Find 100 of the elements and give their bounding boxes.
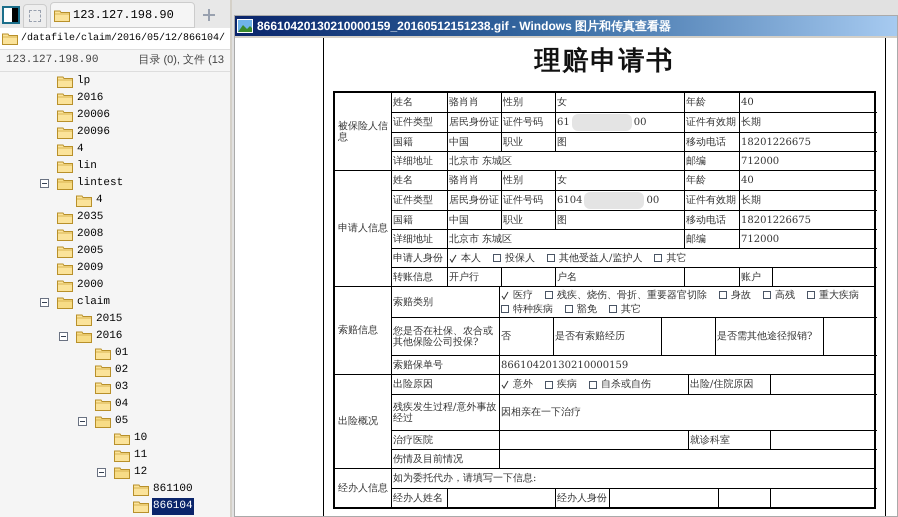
form-cell-text: 性别	[503, 97, 523, 108]
tree-item[interactable]: 2016	[76, 90, 104, 107]
form-cell-text: 账户	[741, 272, 761, 282]
tree-item[interactable]: 11	[133, 447, 148, 464]
option-label: 其它	[621, 304, 641, 314]
tree-item[interactable]: 02	[114, 362, 130, 379]
collapse-toggle[interactable]	[59, 332, 68, 341]
redaction-blur	[584, 192, 644, 209]
tree-item[interactable]: 4	[95, 192, 104, 209]
option-label: 豁免	[577, 304, 597, 314]
form-cell-text: 职业	[503, 136, 523, 148]
tree-item[interactable]: 861100	[152, 481, 194, 498]
folder-icon	[114, 466, 130, 479]
tree-item[interactable]: 12	[133, 464, 148, 481]
option-label: 特种疾病	[513, 304, 553, 314]
tab[interactable]: 123.127.198.90	[50, 2, 195, 28]
form-cell-text: 姓名	[393, 175, 413, 186]
tree-item[interactable]: 05	[114, 413, 130, 430]
folder-icon	[57, 160, 73, 173]
form-cell-text: 索赔类别	[393, 296, 433, 308]
form-cell-text: 712000	[741, 156, 780, 166]
form-cell-text: 性别	[503, 175, 523, 186]
form-cell-text: 女	[557, 175, 567, 186]
window-title: 86610420130210000159_20160512151238.gif - Windows 图片和传真查看器	[257, 18, 672, 35]
form-cell-text: 出险原因	[393, 379, 433, 390]
section-label: 索赔信息	[338, 325, 378, 336]
form-cell-text: 长期	[741, 117, 761, 128]
tree-item[interactable]: 2016	[95, 328, 124, 345]
tree-item[interactable]: lin	[76, 158, 98, 175]
folder-icon	[95, 364, 111, 377]
collapse-toggle[interactable]	[97, 468, 106, 477]
form-cell-text: 证件类型	[393, 195, 433, 206]
folder-icon	[57, 296, 73, 309]
form-cell-text: 详细地址	[393, 234, 433, 244]
form-cell-text: 图	[557, 136, 567, 148]
tree-item[interactable]: 2009	[76, 260, 104, 277]
tree-item[interactable]: 20096	[76, 124, 112, 141]
folder-icon	[95, 398, 111, 411]
folder-icon	[114, 432, 130, 445]
form-cell-text: 邮编	[686, 234, 706, 244]
form-cell-text: 因相亲在一下治疗	[501, 407, 581, 418]
form-cell-text: 年龄	[686, 97, 706, 108]
folder-icon	[57, 177, 73, 190]
form-cell-text: 北京市 东城区	[449, 156, 512, 166]
section-label: 经办人信息	[338, 482, 388, 494]
id-number-end: 00	[634, 117, 646, 128]
form-cell-text: 骆肖肖	[449, 97, 479, 108]
tree-item[interactable]: 10	[133, 430, 148, 447]
tree-item[interactable]: 20006	[76, 107, 112, 124]
option-label: 意外	[513, 379, 533, 390]
form-cell-text: 索赔保单号	[393, 360, 443, 370]
form-cell-text: 居民身份证	[449, 195, 499, 206]
tree-item[interactable]: 03	[114, 379, 130, 396]
option-label: 自杀或自伤	[601, 379, 651, 390]
tree-item[interactable]: 2008	[76, 226, 104, 243]
folder-icon	[95, 415, 111, 428]
form-cell-text: 国籍	[393, 214, 413, 226]
tree-item[interactable]: lp	[76, 73, 92, 90]
option-label: 投保人	[505, 252, 535, 264]
form-cell-text: 出险/住院原因	[690, 379, 754, 390]
form-cell-text: 证件号码	[503, 117, 543, 128]
form-cell-text: 骆肖肖	[449, 175, 479, 186]
form-cell-text: 北京市 东城区	[449, 234, 512, 244]
folder-icon	[133, 483, 149, 496]
option-label: 身故	[731, 290, 751, 300]
form-cell-text: 中国	[449, 214, 469, 226]
tree-item[interactable]: 2015	[95, 311, 124, 328]
tree-item[interactable]: 2035	[76, 209, 104, 226]
tree-item[interactable]: 04	[114, 396, 130, 413]
collapse-toggle[interactable]	[40, 179, 49, 188]
tree-item[interactable]: 866104	[152, 498, 194, 515]
tree-item[interactable]: 4	[76, 141, 85, 158]
folder-icon	[57, 109, 73, 122]
form-cell-text: 职业	[503, 214, 523, 226]
option-label: 疾病	[557, 379, 577, 390]
form-cell-text: 年龄	[686, 175, 706, 186]
collapse-toggle[interactable]	[40, 298, 49, 307]
section-label: 出险概况	[338, 416, 378, 427]
tree-item[interactable]: 2000	[76, 277, 104, 294]
form-cell-text: 就诊科室	[690, 434, 730, 446]
tree-item[interactable]: 01	[114, 345, 130, 362]
form-cell-text: 您是否在社保、农合或其他保险公司投保?	[393, 326, 494, 348]
redaction-blur	[572, 114, 632, 131]
collapse-toggle[interactable]	[78, 417, 87, 426]
document-title: 理赔申请书	[534, 45, 674, 78]
landscape-icon	[237, 19, 253, 33]
form-cell-text: 长期	[741, 195, 761, 206]
tree-item[interactable]: 2005	[76, 243, 104, 260]
form-cell-text: 如为委托代办，请填写一下信息:	[393, 473, 536, 484]
panel-toggle-icon[interactable]	[2, 6, 20, 24]
form-cell-text: 否	[501, 331, 511, 342]
tree-item[interactable]: lintest	[76, 175, 124, 192]
form-cell-text: 转账信息	[393, 272, 433, 282]
form-cell-text: 经办人姓名	[393, 492, 443, 504]
tree-item[interactable]: claim	[76, 294, 112, 311]
form-cell-text: 姓名	[393, 97, 413, 108]
form-cell-text: 证件号码	[503, 195, 543, 206]
form-cell-text: 移动电话	[686, 214, 726, 226]
folder-icon	[54, 8, 70, 22]
option-label: 其他受益人/监护人	[559, 252, 642, 264]
